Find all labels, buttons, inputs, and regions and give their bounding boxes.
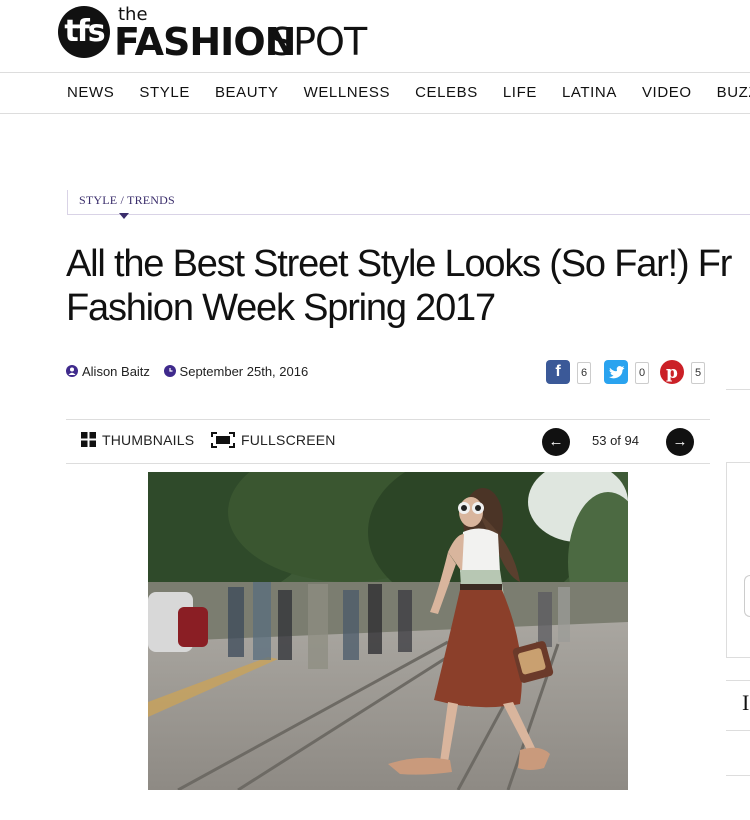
logo-fashion-text: FASHION	[114, 20, 296, 64]
twitter-share-button[interactable]	[604, 360, 628, 384]
pinterest-share-count: 5	[691, 362, 705, 384]
slide-counter: 53 of 94	[592, 433, 639, 448]
article-meta: Alison Baitz September 25th, 2016	[66, 364, 318, 384]
article-title-line1: All the Best Street Style Looks (So Far!…	[66, 243, 732, 285]
pinterest-share-button[interactable]: p	[660, 360, 684, 384]
next-slide-button[interactable]: →	[666, 428, 694, 456]
publish-date: September 25th, 2016	[179, 364, 309, 379]
logo-badge: tfs	[58, 6, 110, 58]
sidebar-divider-3	[726, 730, 750, 731]
breadcrumb: STYLE / TRENDS	[67, 190, 750, 219]
nav-item-style[interactable]: STYLE	[139, 73, 190, 113]
share-bar: f 6 0 p 5	[546, 360, 710, 386]
nav-item-celebs[interactable]: CELEBS	[415, 73, 478, 113]
nav-item-video[interactable]: VIDEO	[642, 73, 692, 113]
facebook-icon: f	[555, 363, 561, 380]
street-style-photo	[148, 472, 628, 790]
article-title-line2: Fashion Week Spring 2017	[66, 287, 496, 329]
sidebar-ad-box	[726, 462, 750, 658]
nav-item-buzz[interactable]: BUZZ	[717, 73, 750, 113]
svg-text:p: p	[666, 363, 678, 383]
nav-item-life[interactable]: LIFE	[503, 73, 537, 113]
twitter-icon	[609, 366, 625, 379]
sidebar-widget-edge	[744, 575, 750, 617]
pinterest-icon: p	[660, 360, 684, 384]
breadcrumb-caret-icon	[119, 213, 129, 219]
twitter-share-count: 0	[635, 362, 649, 384]
site-logo[interactable]: tfs the FASHION SPOT	[58, 4, 378, 68]
nav-list: NEWS STYLE BEAUTY WELLNESS CELEBS LIFE L…	[67, 73, 750, 113]
nav-item-latina[interactable]: LATINA	[562, 73, 617, 113]
sidebar-divider-2	[726, 680, 750, 681]
thumbnails-button[interactable]: THUMBNAILS	[81, 432, 194, 448]
nav-item-news[interactable]: NEWS	[67, 73, 114, 113]
prev-slide-button[interactable]: ←	[542, 428, 570, 456]
sidebar-divider	[726, 389, 750, 390]
sidebar-heading-fragment: I	[742, 690, 750, 715]
fullscreen-icon	[211, 432, 235, 448]
person-icon	[66, 365, 78, 377]
grid-icon	[81, 432, 96, 447]
gallery-photo[interactable]	[148, 472, 628, 790]
sidebar-divider-4	[726, 775, 750, 776]
thumbnails-label: THUMBNAILS	[102, 432, 195, 448]
logo-spot-text: SPOT	[270, 20, 367, 64]
breadcrumb-divider	[67, 190, 68, 214]
fullscreen-button[interactable]: FULLSCREEN	[211, 432, 336, 448]
fullscreen-label: FULLSCREEN	[241, 432, 336, 448]
gallery-toolbar: THUMBNAILS FULLSCREEN ← 53 of 94 →	[66, 419, 710, 464]
clock-icon	[163, 365, 176, 377]
site-header: tfs the FASHION SPOT	[0, 0, 750, 72]
author-name[interactable]: Alison Baitz	[82, 364, 150, 379]
facebook-share-count: 6	[577, 362, 591, 384]
article-title: All the Best Street Style Looks (So Far!…	[66, 242, 750, 330]
nav-item-wellness[interactable]: WELLNESS	[304, 73, 391, 113]
nav-item-beauty[interactable]: BEAUTY	[215, 73, 279, 113]
breadcrumb-link[interactable]: STYLE / TRENDS	[79, 193, 175, 208]
facebook-share-button[interactable]: f	[546, 360, 570, 384]
main-nav: NEWS STYLE BEAUTY WELLNESS CELEBS LIFE L…	[0, 72, 750, 114]
